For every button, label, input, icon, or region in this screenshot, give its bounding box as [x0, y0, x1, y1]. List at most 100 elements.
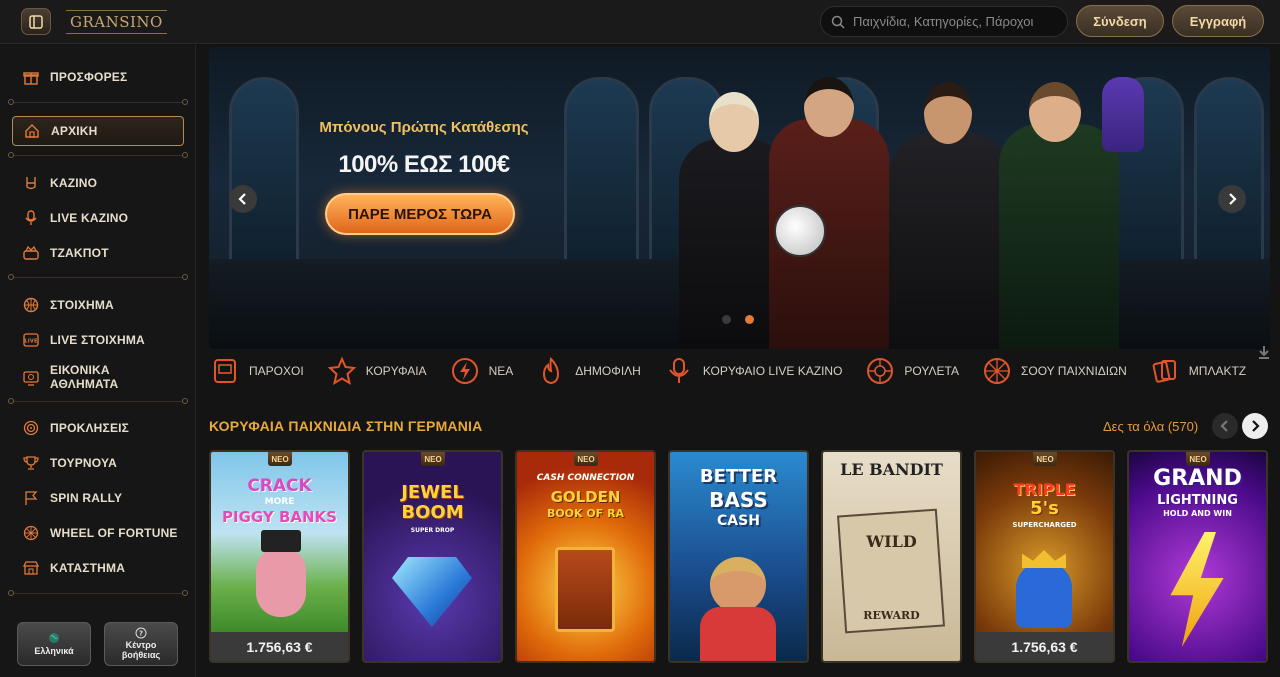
- sidebar-divider: [8, 397, 188, 405]
- category-label: ΣΟΟΥ ΠΑΙΧΝΙΔΙΩΝ: [1020, 364, 1127, 378]
- store-icon: [22, 559, 40, 577]
- cards-icon: [1149, 355, 1181, 387]
- fire-icon: [535, 355, 567, 387]
- sidebar-item-label: ΚΑΖΙΝΟ: [50, 176, 98, 190]
- games-prev-button[interactable]: [1212, 413, 1238, 439]
- top-bar: GRANSINO Σύνδεση Εγγραφή: [0, 0, 1280, 44]
- svg-text:LIVE: LIVE: [24, 339, 38, 345]
- search-box[interactable]: [820, 6, 1068, 37]
- sidebar-item-jackpot[interactable]: ΤΖΑΚΠΟΤ: [12, 238, 184, 268]
- sidebar-item-label: ΑΡΧΙΚΗ: [51, 124, 98, 138]
- jackpot-amount: 1.756,63 €: [976, 632, 1113, 661]
- promo-banner[interactable]: Μπόνους Πρώτης Κατάθεσης 100% ΕΩΣ 100€ Π…: [209, 47, 1270, 349]
- language-label: Ελληνικά: [34, 645, 74, 656]
- category-game-shows[interactable]: ΣΟΟΥ ΠΑΙΧΝΙΔΙΩΝ: [981, 355, 1127, 387]
- game-card[interactable]: ΝΕΟ CRACK MORE PIGGY BANKS 1.756,63 €: [209, 450, 350, 663]
- game-title-2: BOOM: [401, 502, 464, 523]
- sidebar-item-offers[interactable]: ΠΡΟΣΦΟΡΕΣ: [12, 62, 184, 92]
- category-top-live-casino[interactable]: ΚΟΡΥΦΑΙΟ LIVE ΚΑΖΙΝΟ: [663, 355, 842, 387]
- banner-offer: 100% ΕΩΣ 100€: [338, 151, 510, 178]
- sidebar-item-label: ΠΡΟΚΛΗΣΕΙΣ: [50, 421, 130, 435]
- login-button[interactable]: Σύνδεση: [1076, 5, 1164, 37]
- banner-bg-arch: [229, 77, 299, 277]
- sidebar-item-wheel-of-fortune[interactable]: WHEEL OF FORTUNE: [12, 518, 184, 548]
- language-button[interactable]: Ελληνικά: [17, 622, 91, 666]
- game-card[interactable]: BETTER BASS CASH: [668, 450, 809, 663]
- sidebar-item-live-betting[interactable]: LIVE LIVE ΣΤΟΙΧΗΜΑ: [12, 325, 184, 355]
- sidebar-item-label: ΣΤΟΙΧΗΜΑ: [50, 298, 114, 312]
- game-card[interactable]: LE BANDIT WILD REWARD: [821, 450, 962, 663]
- new-badge: ΝΕΟ: [268, 452, 292, 466]
- virtual-sports-icon: [22, 369, 40, 387]
- microphone-icon: [663, 355, 695, 387]
- category-roulette[interactable]: ΡΟΥΛΕΤΑ: [864, 355, 959, 387]
- help-center-button[interactable]: ? Κέντρο βοήθειας: [104, 622, 178, 666]
- game-title: TRIPLE: [1013, 480, 1076, 499]
- category-blackjack[interactable]: ΜΠΛΑΚΤΖ: [1149, 355, 1246, 387]
- category-new[interactable]: ΝΕΑ: [449, 355, 513, 387]
- download-icon[interactable]: [1256, 344, 1272, 360]
- banner-character: [889, 134, 1009, 349]
- sidebar-item-tournaments[interactable]: ΤΟΥΡΝΟΥΑ: [12, 448, 184, 478]
- game-card[interactable]: ΝΕΟ TRIPLE 5's SUPERCHARGED 1.756,63 €: [974, 450, 1115, 663]
- slot-machine-icon: [209, 355, 241, 387]
- sidebar-item-label: LIVE ΣΤΟΙΧΗΜΑ: [50, 333, 145, 347]
- banner-cta-button[interactable]: ΠΑΡΕ ΜΕΡΟΣ ΤΩΡΑ: [325, 193, 515, 235]
- register-button[interactable]: Εγγραφή: [1172, 5, 1264, 37]
- game-title: JEWEL: [401, 482, 464, 503]
- category-providers[interactable]: ΠΑΡΟΧΟΙ: [209, 355, 304, 387]
- sidebar-item-virtual-sports[interactable]: ΕΙΚΟΝΙΚΑ ΑΘΛΗΜΑΤΑ: [12, 360, 184, 396]
- game-card[interactable]: ΝΕΟ GRAND LIGHTNING HOLD AND WIN: [1127, 450, 1268, 663]
- search-input[interactable]: [853, 14, 1053, 29]
- banner-next-button[interactable]: [1218, 185, 1246, 213]
- game-card[interactable]: ΝΕΟ CASH CONNECTION GOLDEN BOOK OF RA: [515, 450, 656, 663]
- sidebar-item-label: ΕΙΚΟΝΙΚΑ ΑΘΛΗΜΑΤΑ: [50, 363, 119, 391]
- top-hat: [261, 530, 301, 552]
- game-subtitle: HOLD AND WIN: [1163, 509, 1232, 518]
- diamond-icon: [392, 557, 472, 627]
- star-icon: [326, 355, 358, 387]
- sidebar-item-betting[interactable]: ΣΤΟΙΧΗΜΑ: [12, 290, 184, 320]
- games-next-button[interactable]: [1242, 413, 1268, 439]
- banner-dot[interactable]: [722, 315, 731, 324]
- logo[interactable]: GRANSINO: [66, 6, 167, 38]
- game-card[interactable]: ΝΕΟ JEWEL BOOM SUPER DROP: [362, 450, 503, 663]
- sidebar-item-label: LIVE ΚΑΖΙΝΟ: [50, 211, 129, 225]
- category-top[interactable]: ΚΟΡΥΦΑΙΑ: [326, 355, 427, 387]
- pig-character: [256, 547, 306, 617]
- game-title: BETTER: [699, 466, 778, 487]
- sidebar-item-store[interactable]: ΚΑΤΑΣΤΗΜΑ: [12, 553, 184, 583]
- new-badge: ΝΕΟ: [421, 452, 445, 466]
- crown-icon: [1022, 550, 1066, 568]
- category-popular[interactable]: ΔΗΜΟΦΙΛΗ: [535, 355, 641, 387]
- menu-icon: [29, 14, 43, 29]
- banner-character-head: [1029, 82, 1081, 142]
- sidebar-divider: [8, 151, 188, 159]
- sidebar-divider: [8, 589, 188, 597]
- category-label: ΡΟΥΛΕΤΑ: [904, 364, 959, 378]
- live-badge-icon: LIVE: [22, 331, 40, 349]
- flag-icon: [22, 489, 40, 507]
- sidebar-toggle-button[interactable]: [21, 8, 51, 35]
- category-label: ΜΠΛΑΚΤΖ: [1188, 364, 1247, 378]
- sidebar-item-label: ΤΟΥΡΝΟΥΑ: [50, 456, 117, 470]
- sidebar-item-home[interactable]: ΑΡΧΙΚΗ: [12, 116, 184, 146]
- see-all-link[interactable]: Δες τα όλα (570): [1103, 419, 1198, 434]
- globe-icon: [49, 632, 59, 643]
- category-label: ΚΟΡΥΦΑΙΑ: [365, 364, 427, 378]
- banner-dot-active[interactable]: [745, 315, 754, 324]
- svg-text:?: ?: [139, 630, 143, 638]
- sidebar-item-label: WHEEL OF FORTUNE: [50, 526, 178, 540]
- sidebar-item-live-casino[interactable]: LIVE ΚΑΖΙΝΟ: [12, 203, 184, 233]
- wheel-icon: [22, 524, 40, 542]
- banner-prev-button[interactable]: [229, 185, 257, 213]
- banner-character-head: [924, 82, 972, 144]
- section-title: ΚΟΡΥΦΑΙΑ ΠΑΙΧΝΙΔΙΑ ΣΤΗΝ ΓΕΡΜΑΝΙΑ: [209, 418, 483, 434]
- category-label: ΠΑΡΟΧΟΙ: [249, 364, 304, 378]
- lightning-bolt-icon: [1170, 532, 1224, 647]
- sidebar-item-casino[interactable]: ΚΑΖΙΝΟ: [12, 168, 184, 198]
- sidebar-item-challenges[interactable]: ΠΡΟΚΛΗΣΕΙΣ: [12, 413, 184, 443]
- trophy-icon: [22, 454, 40, 472]
- sidebar-item-spin-rally[interactable]: SPIN RALLY: [12, 483, 184, 513]
- game-title-2: 5's: [1030, 498, 1059, 519]
